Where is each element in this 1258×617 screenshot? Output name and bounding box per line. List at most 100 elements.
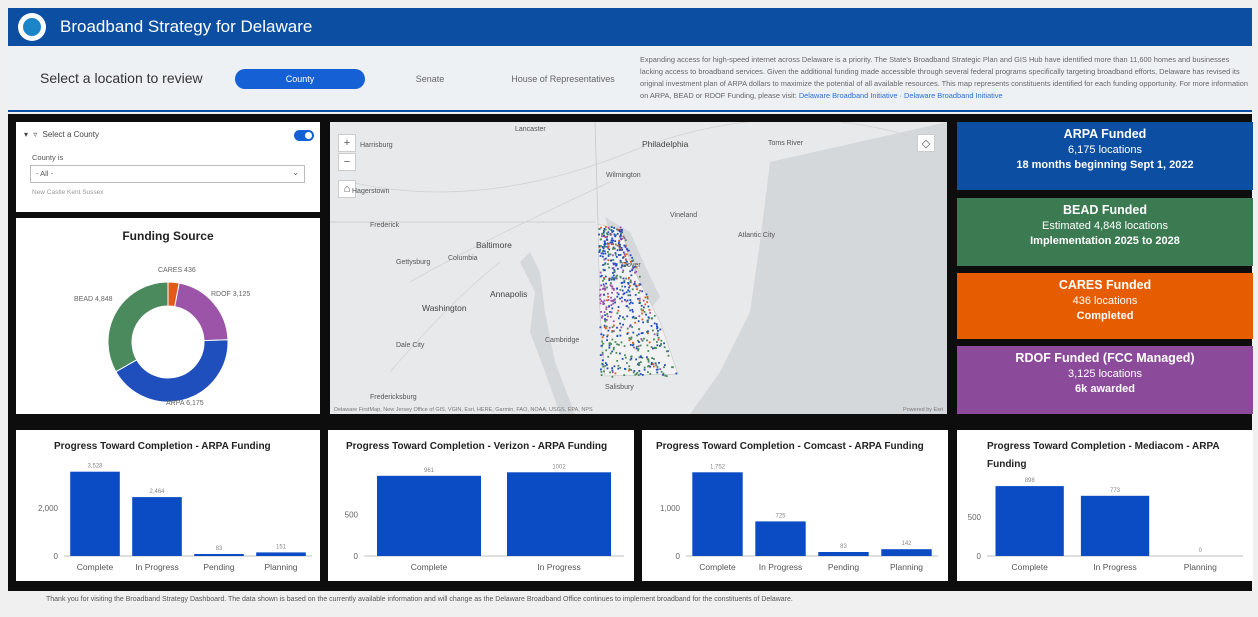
- location-dot: [628, 290, 631, 293]
- location-dot: [601, 233, 603, 235]
- location-dot: [637, 333, 640, 336]
- bar-planning[interactable]: [256, 552, 306, 556]
- card-cares-funded: CARES Funded 436 locations Completed: [957, 273, 1253, 339]
- location-dot: [611, 369, 614, 372]
- bar-in-progress[interactable]: [755, 521, 806, 556]
- location-dot: [621, 281, 624, 284]
- map-panel[interactable]: + − ⌂ ◇ Philadelphia Baltimore Washingto…: [330, 122, 947, 414]
- bar-complete[interactable]: [995, 486, 1064, 556]
- bar-complete[interactable]: [70, 471, 120, 556]
- location-dot: [647, 371, 649, 373]
- location-dot: [656, 371, 659, 374]
- location-dot: [638, 363, 641, 366]
- y-tick-label: 1,000: [660, 504, 681, 513]
- bar-complete[interactable]: [692, 472, 743, 556]
- filter-heading-label: Select a County: [42, 130, 99, 139]
- location-dot: [600, 300, 603, 302]
- county-select[interactable]: - All - ⌄: [30, 165, 305, 183]
- x-tick-label: In Progress: [1093, 562, 1136, 572]
- location-dot: [619, 249, 621, 251]
- location-dot: [656, 341, 658, 343]
- bar-in-progress[interactable]: [132, 497, 182, 556]
- location-dot: [606, 313, 609, 315]
- location-dot: [618, 230, 621, 233]
- location-dot: [602, 301, 604, 303]
- location-dot: [642, 299, 645, 302]
- location-dot: [653, 322, 656, 325]
- location-dot: [615, 256, 618, 258]
- bar-value-label: 142: [901, 541, 912, 547]
- tab-county[interactable]: County: [235, 69, 365, 89]
- progress-chart-arpa: Progress Toward Completion - ARPA Fundin…: [16, 430, 320, 581]
- location-dot: [629, 270, 632, 273]
- location-dot: [672, 366, 674, 369]
- location-dot: [626, 315, 629, 318]
- broadband-initiative-link[interactable]: Delaware Broadband Initiative · Delaware…: [799, 91, 1003, 100]
- location-dot: [600, 284, 602, 287]
- powered-by-esri[interactable]: Powered by Esri: [903, 407, 943, 413]
- location-dot: [629, 294, 632, 297]
- location-dot: [602, 264, 604, 266]
- location-dot: [608, 277, 611, 280]
- location-dot: [614, 252, 617, 254]
- location-dot: [635, 270, 638, 273]
- bar-pending[interactable]: [818, 552, 869, 556]
- location-dot: [622, 251, 625, 254]
- layers-icon[interactable]: ◇: [917, 134, 935, 152]
- location-dot: [617, 293, 620, 296]
- y-tick-label: 0: [977, 552, 982, 561]
- county-options-hint: New Castle Kent Sussex: [32, 189, 104, 196]
- x-tick-label: Planning: [890, 562, 923, 572]
- location-dot: [621, 248, 624, 251]
- location-dot: [602, 334, 605, 337]
- bar-planning[interactable]: [881, 549, 932, 556]
- location-dot: [612, 348, 615, 351]
- location-dot: [609, 315, 612, 318]
- location-dot: [652, 329, 654, 332]
- location-dot: [621, 300, 623, 303]
- bar-value-label: 773: [1110, 488, 1121, 494]
- location-dot: [612, 239, 614, 242]
- location-selector-bar: Select a location to review County Senat…: [8, 48, 1252, 112]
- location-dot: [643, 366, 646, 369]
- bar-in-progress[interactable]: [1080, 495, 1150, 556]
- location-dot: [639, 289, 641, 292]
- collapse-caret-icon[interactable]: ▾: [24, 130, 28, 139]
- card-bead-title: BEAD Funded: [1062, 203, 1148, 217]
- zoom-in-button[interactable]: +: [338, 134, 356, 152]
- location-dot: [633, 282, 636, 285]
- y-tick-label: 2,000: [38, 504, 59, 513]
- location-dot: [605, 362, 607, 364]
- location-dot: [621, 296, 623, 299]
- location-dot: [605, 282, 607, 285]
- location-dot: [603, 324, 606, 327]
- bar-pending[interactable]: [194, 554, 244, 556]
- bar-in-progress[interactable]: [507, 472, 611, 556]
- location-dot: [632, 371, 635, 374]
- location-dot: [603, 278, 606, 280]
- location-dot: [657, 336, 660, 339]
- bar-complete[interactable]: [377, 475, 481, 556]
- location-dot: [628, 325, 631, 328]
- location-dot: [636, 345, 638, 348]
- location-dot: [610, 239, 613, 242]
- bar-value-label: 83: [216, 546, 223, 552]
- filter-toggle[interactable]: [294, 130, 314, 141]
- location-dot: [642, 321, 644, 324]
- location-dot: [607, 251, 609, 253]
- location-dot: [646, 339, 648, 342]
- location-dot: [602, 283, 605, 286]
- tab-house-of-representatives[interactable]: House of Representatives: [493, 69, 633, 89]
- footer-note: Thank you for visiting the Broadband Str…: [46, 596, 793, 603]
- location-dot: [611, 331, 614, 333]
- location-dot: [655, 364, 658, 367]
- location-dot: [621, 285, 624, 288]
- tab-senate[interactable]: Senate: [380, 69, 480, 89]
- zoom-out-button[interactable]: −: [338, 153, 356, 171]
- location-dot: [617, 367, 620, 370]
- location-dot: [640, 356, 642, 359]
- progress-bar-chart: 0 1,000 1,752 Complete 725 In Progress 83 Pendi…: [660, 464, 938, 572]
- donut-slice-bead[interactable]: [107, 281, 169, 373]
- location-dot: [613, 365, 616, 368]
- location-dot: [613, 330, 615, 332]
